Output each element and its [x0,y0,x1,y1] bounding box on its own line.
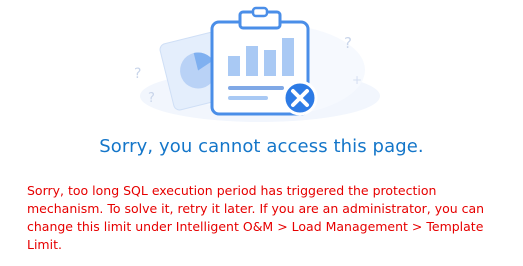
question-mark-icon: ? [134,66,141,82]
plus-sparkle-icon: + [352,73,362,87]
question-mark-icon: ? [148,91,155,106]
clipboard-chart-error-icon: ? ? ? + [134,6,380,122]
question-mark-icon: ? [344,34,352,52]
error-illustration: ? ? ? + [120,0,400,122]
error-message: Sorry, too long SQL execution period has… [27,183,485,252]
error-title: Sorry, you cannot access this page. [99,136,424,157]
